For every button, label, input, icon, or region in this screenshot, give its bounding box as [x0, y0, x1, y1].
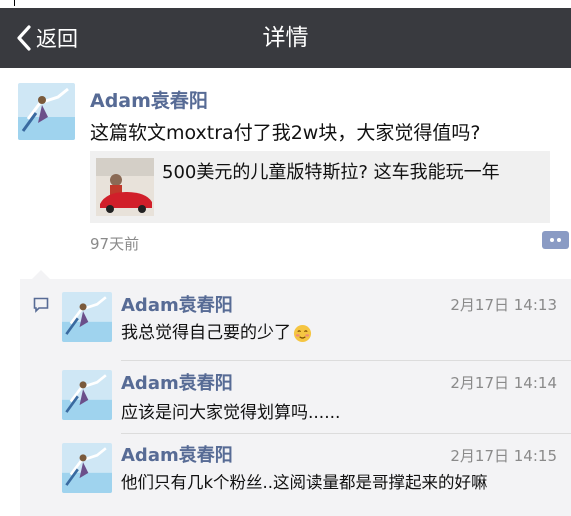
comment-icon [33, 297, 49, 313]
comment-text-body: 我总觉得自己要的少了 [121, 323, 291, 343]
chevron-left-icon [17, 25, 31, 51]
back-button[interactable]: 返回 [16, 8, 78, 68]
avatar-image [18, 83, 75, 140]
comment-text: 我总觉得自己要的少了 [121, 318, 312, 343]
author-avatar[interactable] [18, 83, 75, 140]
comment-author-name[interactable]: Adam袁春阳 [121, 369, 233, 395]
comment-timestamp: 2月17日 14:13 [450, 296, 557, 314]
back-label: 返回 [36, 27, 78, 51]
top-strip [0, 0, 571, 8]
post-text: 这篇软文moxtra付了我2w块，大家觉得值吗? [90, 122, 481, 144]
comment-timestamp: 2月17日 14:14 [450, 374, 557, 392]
link-title: 500美元的儿童版特斯拉? 这车我能玩一年 [162, 162, 500, 183]
blush-emoji-icon [293, 324, 312, 342]
shared-link-card[interactable]: 500美元的儿童版特斯拉? 这车我能玩一年 [90, 151, 550, 223]
post-author-name[interactable]: Adam袁春阳 [90, 86, 208, 113]
comment-avatar[interactable] [62, 292, 112, 342]
comment-avatar[interactable] [62, 443, 112, 493]
nav-bar: 返回 详情 [0, 8, 571, 68]
comment-divider [121, 360, 571, 361]
cursor-mark [14, 0, 15, 6]
comment-text: 他们只有几k个粉丝..这阅读量都是哥撑起来的好嘛 [121, 473, 488, 492]
comment-divider [121, 433, 571, 434]
comment-avatar[interactable] [62, 370, 112, 420]
link-thumbnail [96, 158, 154, 216]
page-title: 详情 [262, 25, 309, 51]
more-icon[interactable] [542, 231, 569, 249]
comment-author-name[interactable]: Adam袁春阳 [121, 291, 233, 317]
comment-timestamp: 2月17日 14:15 [450, 447, 557, 465]
comment-author-name[interactable]: Adam袁春阳 [121, 441, 233, 467]
comment-text: 应该是问大家觉得划算吗...... [121, 403, 341, 423]
post-timestamp: 97天前 [90, 235, 140, 253]
comments-caret [32, 270, 50, 279]
